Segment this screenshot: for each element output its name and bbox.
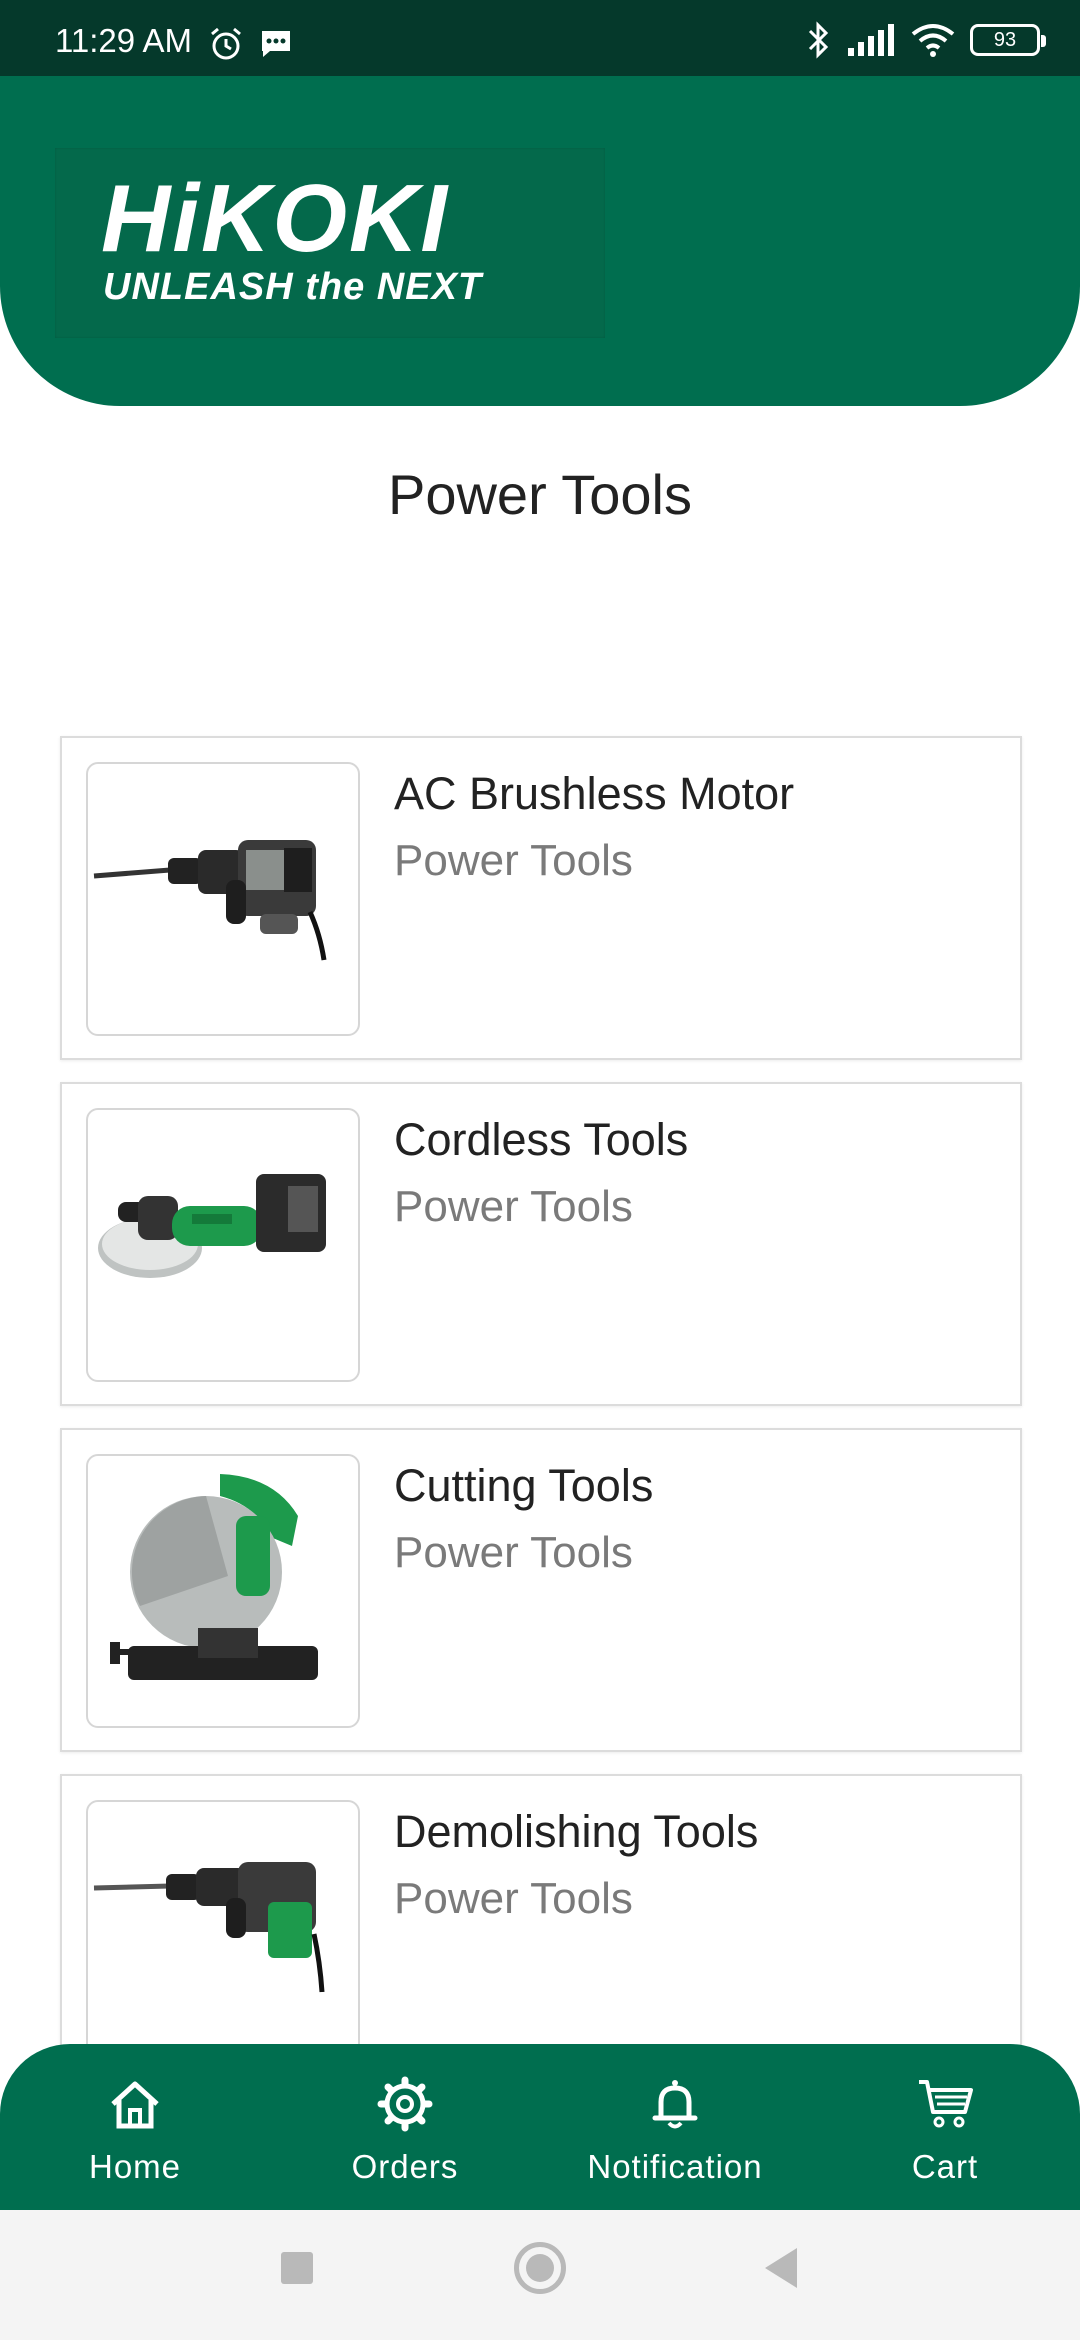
nav-label: Cart <box>911 2148 979 2185</box>
category-image <box>86 1108 360 1382</box>
status-time: 11:29 AM <box>55 22 192 59</box>
battery-level: 93 <box>993 28 1017 51</box>
cart-icon <box>919 2080 973 2128</box>
wifi-icon <box>911 24 955 57</box>
signal-icon <box>848 24 894 56</box>
bluetooth-icon <box>808 21 829 59</box>
home-icon <box>111 2081 159 2129</box>
bell-icon <box>652 2080 698 2129</box>
status-left-icons <box>208 26 294 62</box>
alarm-icon <box>211 27 241 60</box>
status-bar: 11:29 AM 93 <box>0 0 1080 76</box>
category-image <box>86 762 360 1036</box>
category-subtitle: Power Tools <box>394 836 633 885</box>
category-card-cordless-tools[interactable]: Cordless Tools Power Tools <box>60 1082 1022 1406</box>
category-card-cutting-tools[interactable]: Cutting Tools Power Tools <box>60 1428 1022 1752</box>
recent-apps-button[interactable] <box>281 2252 313 2284</box>
gear-icon <box>377 2076 433 2132</box>
nav-label: Home <box>88 2148 182 2185</box>
system-back-button[interactable] <box>765 2248 797 2288</box>
demolition-hammer-icon <box>93 1862 325 1993</box>
cut-off-saw-icon <box>110 1474 318 1680</box>
nav-home[interactable]: Home <box>0 2044 270 2210</box>
page-title: Power Tools <box>387 463 692 526</box>
category-image <box>86 1800 360 2074</box>
demolition-hammer-icon <box>93 840 327 961</box>
bottom-nav: Home Orders Notification Cart <box>0 2044 1080 2210</box>
category-image <box>86 1454 360 1728</box>
battery-icon: 93 <box>970 24 1046 56</box>
category-subtitle: Power Tools <box>394 1528 633 1577</box>
category-title: Cutting Tools <box>394 1460 654 1511</box>
category-list: AC Brushless Motor Power Tools Cordless … <box>60 736 1022 2120</box>
nav-label: Notification <box>587 2148 763 2185</box>
category-title: AC Brushless Motor <box>394 768 795 819</box>
category-title: Cordless Tools <box>394 1114 689 1165</box>
category-title: Demolishing Tools <box>394 1806 759 1857</box>
category-subtitle: Power Tools <box>394 1182 633 1231</box>
status-right-icons: 93 <box>806 20 1046 60</box>
message-icon <box>262 31 290 57</box>
system-home-button[interactable] <box>514 2242 566 2294</box>
nav-notification[interactable]: Notification <box>540 2044 810 2210</box>
logo-main-text: HiKOKI <box>101 165 449 272</box>
system-nav-bar <box>0 2210 1080 2340</box>
brand-logo: HiKOKI UNLEASH the NEXT <box>55 148 605 338</box>
category-subtitle: Power Tools <box>394 1874 633 1923</box>
header: HiKOKI UNLEASH the NEXT <box>0 76 1080 406</box>
logo-tagline: UNLEASH the NEXT <box>103 266 483 308</box>
category-card-ac-brushless-motor[interactable]: AC Brushless Motor Power Tools <box>60 736 1022 1060</box>
nav-label: Orders <box>351 2148 459 2185</box>
nav-cart[interactable]: Cart <box>810 2044 1080 2210</box>
nav-orders[interactable]: Orders <box>270 2044 540 2210</box>
angle-grinder-icon <box>98 1174 326 1278</box>
